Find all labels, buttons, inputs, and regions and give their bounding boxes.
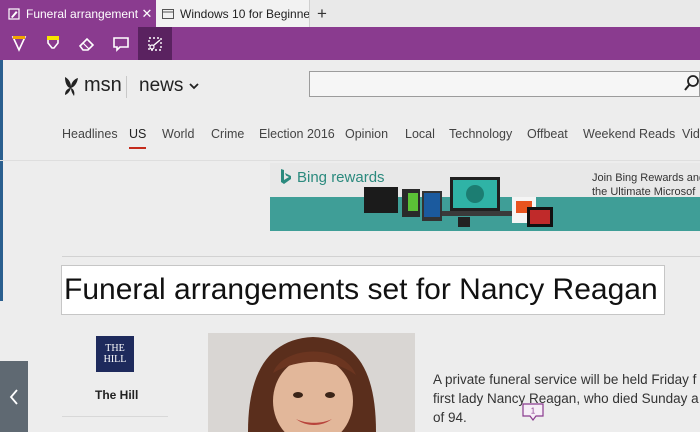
ad-copy: Join Bing Rewards and the Ultimate Micro… bbox=[592, 171, 700, 199]
chevron-left-icon bbox=[9, 388, 18, 405]
nav-opinion[interactable]: Opinion bbox=[345, 127, 388, 141]
nav-weekend-reads[interactable]: Weekend Reads bbox=[583, 127, 675, 141]
nav-election-2016[interactable]: Election 2016 bbox=[259, 127, 335, 141]
article-line-2: first lady Nancy Reagan, who died Sunday… bbox=[433, 391, 699, 406]
search-icon[interactable] bbox=[684, 74, 700, 92]
article-body: A private funeral service will be held F… bbox=[433, 370, 700, 427]
source-name[interactable]: The Hill bbox=[95, 388, 138, 402]
source-logo[interactable]: THE HILL bbox=[96, 336, 134, 372]
close-tab-icon[interactable]: ✕ bbox=[138, 6, 156, 22]
eraser-tool-button[interactable] bbox=[70, 27, 104, 60]
eraser-icon bbox=[78, 37, 95, 51]
pen-icon bbox=[11, 35, 27, 52]
nav-technology[interactable]: Technology bbox=[449, 127, 512, 141]
clip-tool-button[interactable] bbox=[138, 27, 172, 60]
pen-tool-button[interactable] bbox=[2, 27, 36, 60]
nav-us[interactable]: US bbox=[129, 127, 147, 149]
source-logo-line-2: HILL bbox=[103, 354, 127, 365]
ad-copy-line-2: the Ultimate Microsof bbox=[592, 186, 696, 198]
nav-world[interactable]: World bbox=[162, 127, 194, 141]
new-tab-button[interactable]: + bbox=[310, 0, 334, 27]
previous-article-button[interactable] bbox=[0, 361, 28, 432]
clip-icon bbox=[148, 36, 162, 51]
portrait-photo bbox=[208, 333, 415, 432]
nav-offbeat[interactable]: Offbeat bbox=[527, 127, 568, 141]
bing-rewards-ad[interactable]: Bing rewards Join Bing Rewards and the U… bbox=[270, 163, 700, 231]
comment-count: 1 bbox=[531, 407, 536, 416]
chevron-down-icon bbox=[189, 83, 199, 90]
tab-windows-10-for-beginners[interactable]: Windows 10 for Beginners.p bbox=[156, 0, 310, 27]
content-divider bbox=[62, 256, 700, 257]
inking-tab-icon bbox=[8, 7, 20, 20]
article-line-3: of 94. bbox=[433, 410, 467, 425]
search-input[interactable] bbox=[309, 71, 700, 97]
devices-illustration bbox=[364, 177, 553, 227]
web-note-comment[interactable]: 1 bbox=[522, 403, 544, 428]
butterfly-icon bbox=[65, 76, 78, 96]
tab-label: Windows 10 for Beginners.p bbox=[180, 6, 309, 21]
nav-video[interactable]: Vid bbox=[682, 127, 700, 141]
comment-icon: 1 bbox=[522, 403, 544, 421]
logo-divider bbox=[126, 76, 127, 98]
msn-logo[interactable]: msn bbox=[62, 74, 122, 97]
tab-bar: Funeral arrangements set for Nancy Reaga… bbox=[0, 0, 700, 27]
msn-logo-text: msn bbox=[84, 74, 122, 96]
page-tab-icon bbox=[162, 8, 174, 19]
article-headline: Funeral arrangements set for Nancy Reaga… bbox=[61, 265, 665, 315]
nav-divider bbox=[0, 160, 700, 161]
add-note-tool-button[interactable] bbox=[104, 27, 138, 60]
tab-label: Funeral arrangements set for Nancy Reaga… bbox=[26, 6, 138, 21]
bing-icon bbox=[281, 169, 291, 184]
article-line-1: A private funeral service will be held F… bbox=[433, 372, 697, 387]
nav-local[interactable]: Local bbox=[405, 127, 435, 141]
section-dropdown[interactable]: news bbox=[139, 75, 200, 97]
source-divider bbox=[62, 416, 168, 417]
highlighter-icon bbox=[47, 35, 59, 49]
nav-headlines[interactable]: Headlines bbox=[62, 127, 118, 141]
section-label: news bbox=[139, 75, 184, 96]
window-edge bbox=[0, 60, 3, 301]
ad-copy-line-1: Join Bing Rewards and bbox=[592, 172, 700, 184]
web-page: msn news Headlines US World Crime Electi… bbox=[0, 60, 700, 432]
source-logo-line-1: THE bbox=[105, 343, 125, 354]
add-note-icon bbox=[113, 36, 129, 52]
tab-funeral-arrangements[interactable]: Funeral arrangements set for Nancy Reaga… bbox=[0, 0, 156, 27]
nav-crime[interactable]: Crime bbox=[211, 127, 244, 141]
article-photo bbox=[208, 333, 415, 432]
highlighter-tool-button[interactable] bbox=[36, 27, 70, 60]
web-note-toolbar bbox=[0, 27, 700, 60]
